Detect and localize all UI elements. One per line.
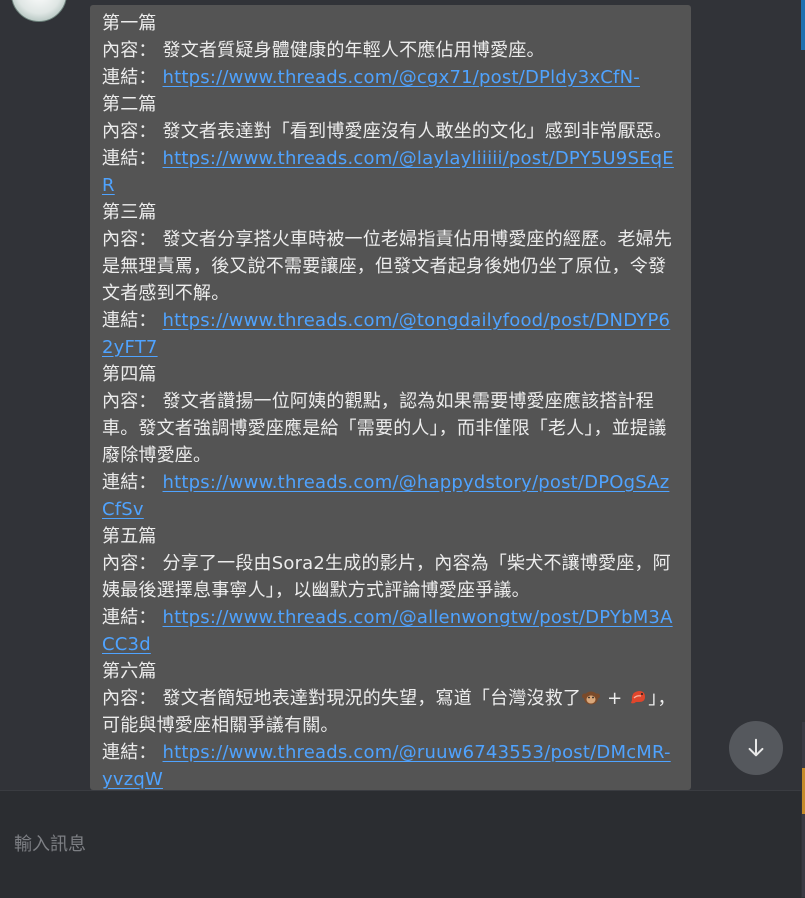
link-label: 連結： bbox=[102, 148, 157, 169]
content-text-before: 發文者簡短地表達對現況的失望，寫道「台灣沒救了 bbox=[162, 688, 582, 709]
post-heading: 第四篇 bbox=[102, 364, 157, 385]
post-heading: 第五篇 bbox=[102, 526, 157, 547]
post-link-row: 連結： https://www.threads.com/@happydstory… bbox=[102, 469, 680, 523]
post-content: 內容： 發文者質疑身體健康的年輕人不應佔用博愛座。 bbox=[102, 37, 680, 64]
post-content: 內容： 發文者讚揚一位阿姨的觀點，認為如果需要博愛座應該搭計程車。發文者強調博愛… bbox=[102, 388, 680, 469]
shrimp-emoji-icon bbox=[631, 691, 646, 704]
content-text: 發文者表達對「看到博愛座沒有人敢坐的文化」感到非常厭惡。 bbox=[162, 121, 673, 142]
message-composer bbox=[0, 790, 801, 898]
post-link-row: 連結： https://www.threads.com/@cgx71/post/… bbox=[102, 64, 680, 91]
post-link-row: 連結： https://www.threads.com/@ruuw6743553… bbox=[102, 739, 680, 790]
window-edge-accent bbox=[801, 0, 805, 50]
post-link[interactable]: https://www.threads.com/@happydstory/pos… bbox=[102, 472, 669, 520]
post-link[interactable]: https://www.threads.com/@ruuw6743553/pos… bbox=[102, 742, 671, 790]
message-input[interactable] bbox=[0, 791, 801, 898]
link-label: 連結： bbox=[102, 742, 157, 763]
message-body: 第一篇 內容： 發文者質疑身體健康的年輕人不應佔用博愛座。 連結： https:… bbox=[102, 10, 680, 790]
post-heading: 第一篇 bbox=[102, 13, 157, 34]
post-link[interactable]: https://www.threads.com/@allenwongtw/pos… bbox=[102, 607, 673, 655]
content-label: 內容： bbox=[102, 391, 157, 412]
content-text: 發文者分享搭火車時被一位老婦指責佔用博愛座的經歷。老婦先是無理責罵，後又說不需要… bbox=[102, 229, 673, 304]
post-link-row: 連結： https://www.threads.com/@allenwongtw… bbox=[102, 604, 680, 658]
post-heading: 第二篇 bbox=[102, 94, 157, 115]
post-content: 內容： 分享了一段由Sora2生成的影片，內容為「柴犬不讓博愛座，阿姨最後選擇息… bbox=[102, 550, 680, 604]
content-text-mid: + bbox=[607, 688, 623, 709]
arrow-down-icon bbox=[748, 738, 764, 757]
message-bubble: 第一篇 內容： 發文者質疑身體健康的年輕人不應佔用博愛座。 連結： https:… bbox=[90, 5, 691, 790]
content-label: 內容： bbox=[102, 553, 157, 574]
content-text: 分享了一段由Sora2生成的影片，內容為「柴犬不讓博愛座，阿姨最後選擇息事寧人」… bbox=[102, 553, 671, 601]
post-content: 內容： 發文者簡短地表達對現況的失望，寫道「台灣沒救了 + 」，可能與博愛座相關… bbox=[102, 685, 680, 739]
avatar[interactable] bbox=[11, 0, 67, 22]
post-heading: 第六篇 bbox=[102, 661, 157, 682]
post-content: 內容： 發文者分享搭火車時被一位老婦指責佔用博愛座的經歷。老婦先是無理責罵，後又… bbox=[102, 226, 680, 307]
content-label: 內容： bbox=[102, 121, 157, 142]
monkey-emoji-icon bbox=[582, 691, 601, 705]
post-link-row: 連結： https://www.threads.com/@tongdailyfo… bbox=[102, 307, 680, 361]
scroll-to-bottom-button[interactable] bbox=[729, 721, 783, 775]
content-label: 內容： bbox=[102, 688, 157, 709]
link-label: 連結： bbox=[102, 607, 157, 628]
post-content: 內容： 發文者表達對「看到博愛座沒有人敢坐的文化」感到非常厭惡。 bbox=[102, 118, 680, 145]
post-link[interactable]: https://www.threads.com/@tongdailyfood/p… bbox=[102, 310, 670, 358]
content-label: 內容： bbox=[102, 229, 157, 250]
post-link[interactable]: https://www.threads.com/@laylayliiiii/po… bbox=[102, 148, 674, 196]
post-link[interactable]: https://www.threads.com/@cgx71/post/DPld… bbox=[163, 67, 640, 88]
link-label: 連結： bbox=[102, 67, 157, 88]
link-label: 連結： bbox=[102, 472, 157, 493]
content-text: 發文者讚揚一位阿姨的觀點，認為如果需要博愛座應該搭計程車。發文者強調博愛座應是給… bbox=[102, 391, 667, 466]
content-text: 發文者質疑身體健康的年輕人不應佔用博愛座。 bbox=[162, 40, 545, 61]
post-heading: 第三篇 bbox=[102, 202, 157, 223]
link-label: 連結： bbox=[102, 310, 157, 331]
content-label: 內容： bbox=[102, 40, 157, 61]
chat-area: 第一篇 內容： 發文者質疑身體健康的年輕人不應佔用博愛座。 連結： https:… bbox=[0, 0, 805, 790]
post-link-row: 連結： https://www.threads.com/@laylayliiii… bbox=[102, 145, 680, 199]
